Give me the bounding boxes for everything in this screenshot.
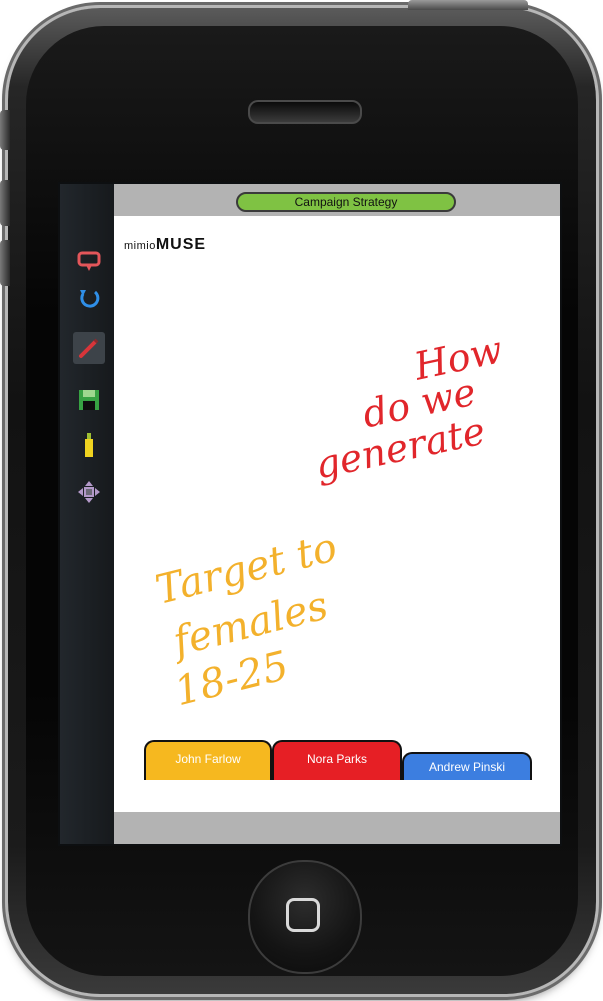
user-tab-nora-parks[interactable]: Nora Parks	[272, 740, 402, 780]
logo-part1: mimio	[124, 240, 156, 252]
bottom-bar	[114, 812, 560, 844]
pen-icon[interactable]	[73, 332, 105, 364]
logo-part2: MUSE	[155, 236, 207, 253]
mute-switch	[0, 110, 10, 150]
volume-up-button	[0, 180, 10, 226]
power-button	[408, 0, 528, 10]
home-square-icon	[286, 898, 320, 932]
user-tab-john-farlow[interactable]: John Farlow	[144, 740, 272, 780]
highlighter-icon[interactable]	[73, 430, 105, 462]
mimio-muse-logo: mimioMUSE	[124, 236, 206, 254]
header-bar: Campaign Strategy	[114, 184, 560, 216]
save-icon[interactable]	[73, 384, 105, 416]
user-tab-label: Nora Parks	[306, 752, 368, 766]
whiteboard-canvas[interactable]: mimioMUSE How do we generate Target to f…	[114, 216, 560, 812]
user-tab-label: John Farlow	[175, 752, 241, 766]
earpiece-speaker	[248, 100, 362, 124]
home-button[interactable]	[248, 860, 362, 974]
user-tab-label: Andrew Pinski	[428, 760, 506, 774]
app-screen: Campaign Strategy mimioMUSE How do we ge…	[58, 182, 562, 846]
volume-down-button	[0, 240, 10, 286]
campaign-title[interactable]: Campaign Strategy	[236, 192, 456, 212]
undo-icon[interactable]	[73, 282, 105, 314]
user-tab-andrew-pinski[interactable]: Andrew Pinski	[402, 752, 532, 780]
chat-icon[interactable]	[73, 246, 105, 278]
left-toolbar	[60, 184, 114, 844]
move-icon[interactable]	[73, 476, 105, 508]
